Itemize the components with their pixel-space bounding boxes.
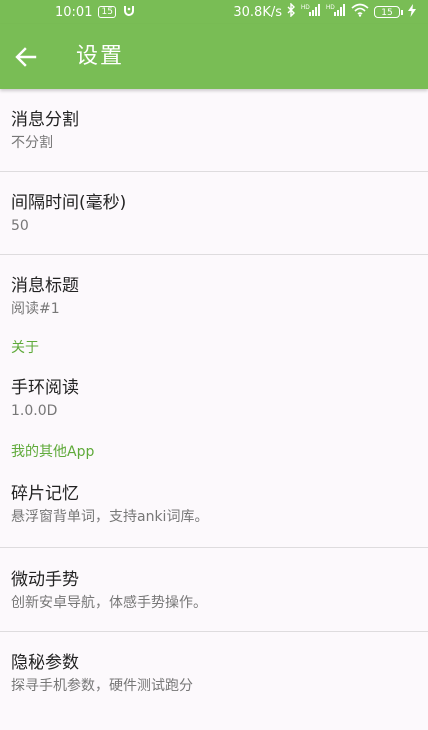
status-left: 10:01 15 xyxy=(55,3,136,21)
back-button[interactable] xyxy=(6,35,46,79)
bluetooth-icon xyxy=(287,2,296,21)
pref-summary: 1.0.0D xyxy=(11,403,58,419)
signal-icon: HD xyxy=(301,3,321,21)
app-bar: 设置 xyxy=(0,24,428,89)
pref-summary: 创新安卓导航，体感手势操作。 xyxy=(11,595,207,611)
category-about: 关于 xyxy=(0,340,428,365)
wifi-icon xyxy=(351,3,369,21)
arrow-left-icon xyxy=(15,47,37,67)
battery-icon: 15 xyxy=(374,6,403,18)
pref-title: 碎片记忆 xyxy=(11,484,79,504)
pref-summary: 不分割 xyxy=(11,135,53,151)
pref-summary: 50 xyxy=(11,218,29,234)
pref-interval-time[interactable]: 间隔时间(毫秒) 50 xyxy=(0,172,428,255)
pref-title: 消息分割 xyxy=(11,110,79,130)
category-header: 我的其他App xyxy=(11,444,95,460)
pref-app-micro-gesture[interactable]: 微动手势 创新安卓导航，体感手势操作。 xyxy=(0,548,428,632)
pref-summary: 悬浮窗背单词，支持anki词库。 xyxy=(11,509,209,525)
page-title: 设置 xyxy=(76,44,125,69)
battery-level: 15 xyxy=(374,6,400,18)
signal-icon: HD xyxy=(326,3,346,21)
settings-list: 消息分割 不分割 间隔时间(毫秒) 50 消息标题 阅读#1 关于 手环阅读 1… xyxy=(0,89,428,715)
status-right: 30.8K/s HD HD 15 xyxy=(233,2,416,21)
status-bar: 10:01 15 30.8K/s HD HD 15 xyxy=(0,0,428,24)
category-other-apps: 我的其他App xyxy=(0,444,428,469)
pref-title: 隐秘参数 xyxy=(11,653,79,673)
pref-app-fragment-memory[interactable]: 碎片记忆 悬浮窗背单词，支持anki词库。 xyxy=(0,469,428,548)
pref-summary: 探寻手机参数，硬件测试跑分 xyxy=(11,678,193,694)
pref-band-reader[interactable]: 手环阅读 1.0.0D xyxy=(0,365,428,445)
charging-icon xyxy=(408,3,416,21)
pref-message-title[interactable]: 消息标题 阅读#1 xyxy=(0,255,428,341)
network-speed: 30.8K/s xyxy=(233,4,282,20)
pref-title: 间隔时间(毫秒) xyxy=(11,193,127,213)
pref-app-hidden-params[interactable]: 隐秘参数 探寻手机参数，硬件测试跑分 xyxy=(0,632,428,715)
pref-title: 手环阅读 xyxy=(11,378,79,398)
signal1-label: HD xyxy=(301,5,310,11)
category-header: 关于 xyxy=(11,340,39,356)
status-time: 10:01 xyxy=(55,4,93,20)
pref-summary: 阅读#1 xyxy=(11,301,60,317)
pref-message-split[interactable]: 消息分割 不分割 xyxy=(0,89,428,172)
pref-title: 微动手势 xyxy=(11,570,79,590)
notification-badge: 15 xyxy=(98,6,116,18)
settings-screen: 10:01 15 30.8K/s HD HD 15 设置 消息分割 不分割 间隔… xyxy=(0,0,428,730)
signal2-label: HD xyxy=(326,5,335,11)
pref-title: 消息标题 xyxy=(11,276,79,296)
wechat-icon xyxy=(122,3,136,21)
